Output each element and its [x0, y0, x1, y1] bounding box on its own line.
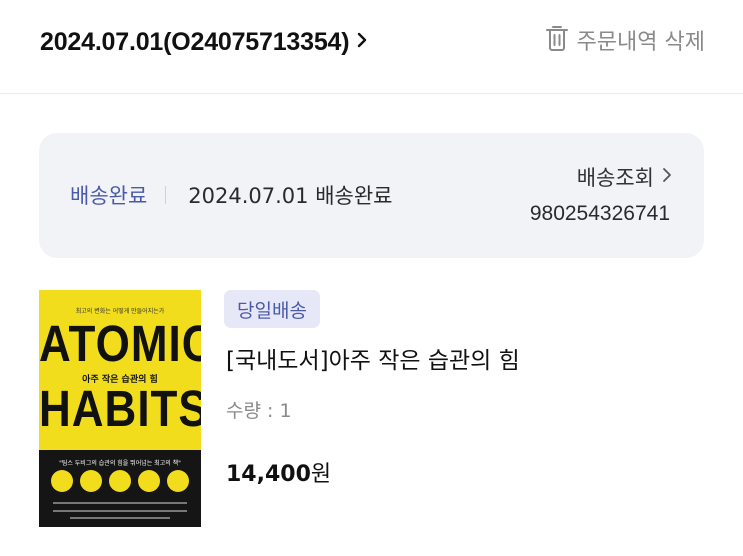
cover-top-text: 최고의 변화는 어떻게 만들어지는가: [75, 308, 165, 315]
cover-badge: [51, 470, 73, 492]
status-label: 배송완료: [70, 184, 148, 208]
badge-text: 당일배송: [237, 299, 307, 322]
delete-order-button[interactable]: 주문내역 삭제: [545, 24, 705, 56]
cover-badge: [80, 470, 102, 492]
tracking-label: 배송조회: [576, 166, 654, 190]
cover-badge: [109, 470, 131, 492]
product-quantity: 수량 : 1: [226, 400, 292, 422]
cover-text-line: [53, 502, 187, 504]
tracking-number: 980254326741: [529, 202, 670, 225]
cover-title-line2: HABITS: [39, 381, 201, 438]
price-unit: 원: [310, 462, 332, 487]
cover-badges: [51, 470, 189, 494]
cover-title-line1: ATOMIC: [39, 316, 201, 373]
same-day-delivery-badge: 당일배송: [224, 290, 320, 328]
cover-text-line: [53, 510, 187, 512]
status-detail: 2024.07.01 배송완료: [188, 184, 393, 208]
product-price: 14,400원: [226, 456, 331, 488]
cover-badge: [167, 470, 189, 492]
chevron-right-icon: [662, 167, 672, 187]
book-cover-image[interactable]: 최고의 변화는 어떻게 만들어지는가 ATOMIC 아주 작은 습관의 힘 HA…: [39, 290, 201, 527]
trash-icon: [545, 24, 569, 56]
product-title[interactable]: [국내도서]아주 작은 습관의 힘: [226, 341, 520, 375]
cover-badge: [138, 470, 160, 492]
chevron-right-icon: [357, 32, 367, 52]
cover-bottom-band: "팀스 두비그의 습관의 힘을 뛰어넘는 최고의 책": [39, 450, 201, 527]
order-title: 2024.07.01(O24075713354): [40, 27, 350, 56]
order-header: 2024.07.01(O24075713354) 주문내역 삭제: [0, 0, 743, 94]
cover-text-line: [70, 517, 170, 519]
delivery-status-card: 배송완료 2024.07.01 배송완료 배송조회 980254326741: [39, 133, 704, 258]
order-detail-link[interactable]: 2024.07.01(O24075713354): [40, 26, 367, 58]
tracking-button[interactable]: 배송조회: [577, 163, 672, 191]
price-value: 14,400: [226, 462, 311, 487]
cover-quote: "팀스 두비그의 습관의 힘을 뛰어넘는 최고의 책": [59, 460, 181, 467]
delivery-status: 배송완료 2024.07.01 배송완료: [70, 179, 392, 211]
delete-order-label: 주문내역 삭제: [576, 30, 705, 55]
status-divider: [165, 186, 167, 204]
